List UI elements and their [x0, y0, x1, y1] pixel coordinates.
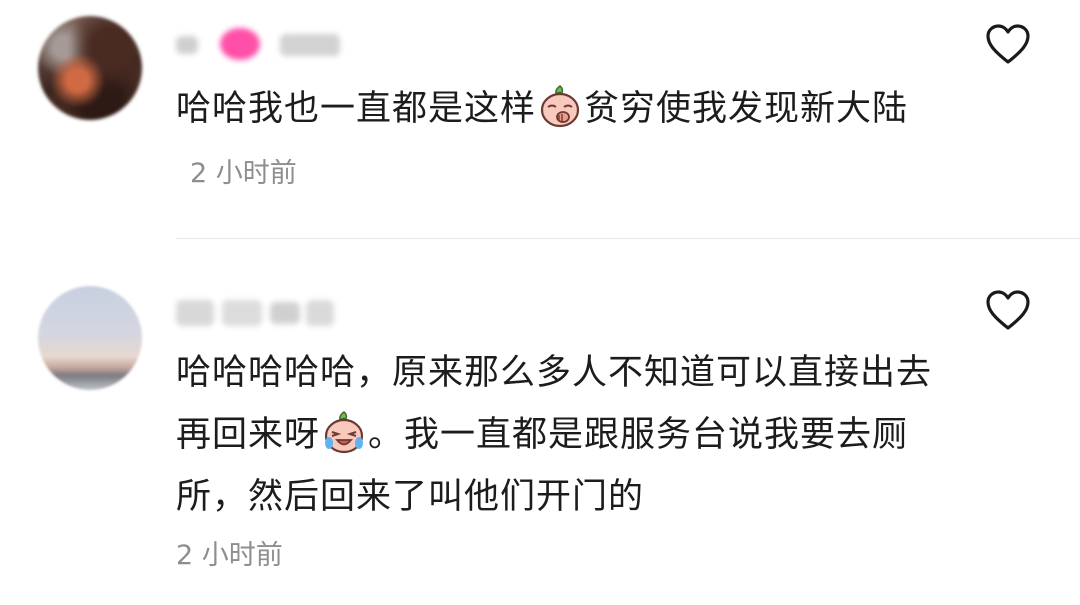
comment-divider	[176, 238, 1080, 239]
comment-text-part1: 哈哈我也一直都是这样	[176, 89, 537, 129]
comment-timestamp: 2 小时前	[176, 540, 283, 571]
username-blurred[interactable]	[176, 292, 336, 332]
comment-text: 哈哈哈哈哈，原来那么多人不知道可以直接出去再回来呀 。我一直都是跟服务台说我要去…	[176, 342, 936, 528]
username-blurred[interactable]	[176, 24, 346, 64]
comment-item: 哈哈哈哈哈，原来那么多人不知道可以直接出去再回来呀 。我一直都是跟服务台说我要去…	[0, 240, 1080, 605]
peach-crying-laughing-emoji-icon	[322, 409, 366, 455]
avatar[interactable]	[38, 16, 142, 120]
like-heart-icon[interactable]	[984, 288, 1032, 332]
peach-facepalm-emoji-icon	[538, 83, 582, 129]
comment-item: 哈哈我也一直都是这样 贫穷使我发现新大陆 2 小时前	[0, 0, 1080, 238]
comment-timestamp: 2 小时前	[190, 158, 297, 189]
like-heart-icon[interactable]	[984, 22, 1032, 66]
comment-text-part2: 贫穷使我发现新大陆	[584, 89, 909, 129]
avatar[interactable]	[38, 286, 142, 390]
comment-text: 哈哈我也一直都是这样 贫穷使我发现新大陆 2 小时前	[176, 78, 936, 205]
